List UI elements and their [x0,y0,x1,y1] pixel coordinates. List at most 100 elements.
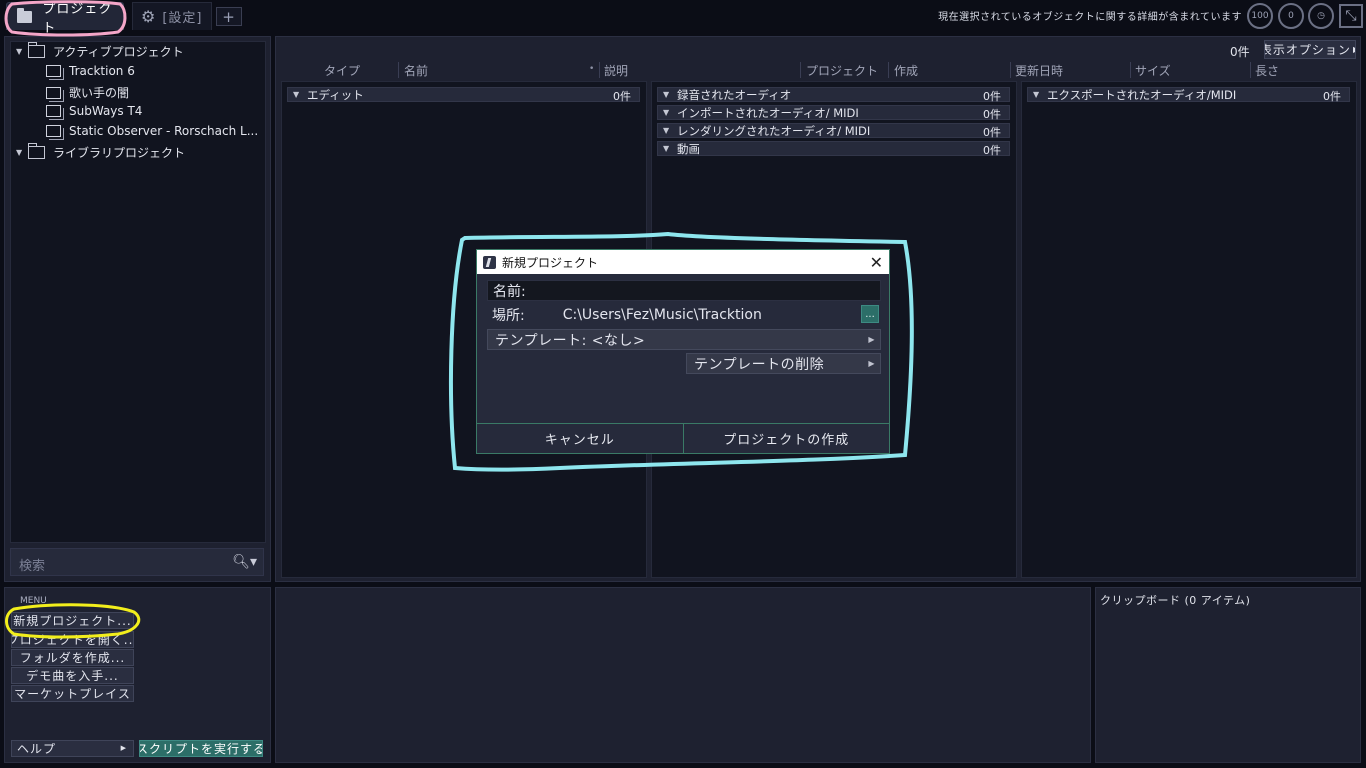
column-header-project[interactable]: プロジェクト [806,62,878,79]
tree-library-projects[interactable]: ▼ ライブラリプロジェクト [16,143,186,161]
tab-projects-label: プロジェクト [42,1,113,36]
group-rendered-audio[interactable]: ▼ レンダリングされたオーディオ/ MIDI 0件 [657,123,1010,139]
disk-meter-value: 0 [1288,11,1294,21]
view-options-label: 表示オプション [1264,43,1351,57]
column-header-description[interactable]: 説明 [604,62,628,79]
tree-item-label: SubWays T4 [69,104,143,118]
gear-icon: ⚙ [141,7,157,26]
expand-arrow-icon: ▼ [663,90,670,99]
folder-icon [28,42,45,58]
tab-settings[interactable]: ⚙ [設定] [132,2,212,30]
sort-icon: • [589,64,595,74]
tab-settings-label: [設定] [162,11,203,26]
open-project-button[interactable]: プロジェクトを開く... [11,631,134,648]
tree-item[interactable]: Tracktion 6 [46,64,135,78]
cancel-button[interactable]: キャンセル [477,424,684,453]
group-count: 0件 [983,144,1001,157]
item-count: 0件 [1230,45,1250,59]
template-dropdown[interactable]: テンプレート: <なし> ▶ [487,329,881,350]
column-divider[interactable] [1130,62,1131,78]
tree-item[interactable]: SubWays T4 [46,104,142,118]
expand-arrow-icon: ▼ [16,47,23,56]
browse-button[interactable]: ... [861,305,879,323]
search-input[interactable]: 検索 🔍︎▾ [10,548,264,576]
column-header-created[interactable]: 作成 [894,62,918,79]
group-video[interactable]: ▼ 動画 0件 [657,141,1010,157]
create-project-button[interactable]: プロジェクトの作成 [684,424,890,453]
tree-item[interactable]: Static Observer - Rorschach L... [46,124,258,138]
tree-library-projects-label: ライブラリプロジェクト [53,146,186,160]
column-divider[interactable] [398,62,399,78]
column-header-length[interactable]: 長さ [1255,62,1279,79]
column-divider[interactable] [599,62,600,78]
group-recorded-audio[interactable]: ▼ 録音されたオーディオ 0件 [657,87,1010,103]
column-header-size[interactable]: サイズ [1135,62,1171,79]
marketplace-button[interactable]: マーケットプレイス [11,685,134,702]
group-exported-audio[interactable]: ▼ エクスポートされたオーディオ/MIDI 0件 [1027,87,1350,103]
name-label: 名前: [493,283,526,300]
search-placeholder: 検索 [19,559,46,574]
help-label: ヘルプ [17,742,57,756]
expand-arrow-icon: ▼ [1033,90,1040,99]
run-script-button[interactable]: スクリプトを実行する [139,740,263,757]
tab-projects[interactable]: プロジェクト [6,2,124,36]
location-label: 場所: [492,307,525,324]
dialog-title: 新規プロジェクト [502,255,599,270]
clipboard-title: クリップボード (0 アイテム) [1100,594,1251,607]
view-options-button[interactable]: 表示オプション▶ [1264,40,1356,59]
column-header-type[interactable]: タイプ [324,62,360,79]
search-icon[interactable]: 🔍︎▾ [232,554,257,570]
tree-active-projects[interactable]: ▼ アクティブプロジェクト [16,42,184,60]
tree-active-projects-label: アクティブプロジェクト [53,45,184,59]
expand-arrow-icon: ▼ [293,90,300,99]
add-tab-button[interactable]: + [216,7,242,26]
delete-template-button[interactable]: テンプレートの削除 ▶ [686,353,881,374]
tree-item[interactable]: 歌い手の闇 [46,84,129,101]
menu-title: MENU [20,596,47,606]
group-count: 0件 [1323,90,1341,103]
help-dropdown[interactable]: ヘルプ ▶ [11,740,134,757]
close-icon[interactable]: ✕ [870,253,883,272]
group-label: レンダリングされたオーディオ/ MIDI [677,123,871,138]
group-label: エディット [307,87,364,102]
cpu-meter-value: 100 [1251,11,1269,21]
clock-icon[interactable]: ◷ [1308,3,1334,29]
resize-icon[interactable]: ⤡ [1339,4,1363,28]
delete-template-label: テンプレートの削除 [694,356,825,373]
create-folder-button[interactable]: フォルダを作成... [11,649,134,666]
column-divider[interactable] [800,62,801,78]
location-value[interactable]: C:\Users\Fez\Music\Tracktion [563,307,762,323]
tree-item-label: Static Observer - Rorschach L... [69,124,259,138]
expand-arrow-icon: ▼ [663,126,670,135]
project-icon [46,105,61,117]
expand-arrow-icon: ▼ [16,148,23,157]
chevron-right-icon: ▶ [868,335,875,344]
top-bar: プロジェクト ⚙ [設定] + 現在選択されているオブジェクトに関する詳細が含ま… [0,0,1366,36]
group-label: 録音されたオーディオ [677,87,792,102]
template-label: テンプレート: <なし> [495,332,646,349]
folder-icon [17,7,33,23]
group-count: 0件 [983,90,1001,103]
get-demo-button[interactable]: デモ曲を入手... [11,667,134,684]
expand-arrow-icon: ▼ [663,108,670,117]
group-count: 0件 [983,108,1001,121]
group-edits[interactable]: ▼ エディット 0件 [287,87,640,103]
group-imported-audio[interactable]: ▼ インポートされたオーディオ/ MIDI 0件 [657,105,1010,121]
project-name-field[interactable]: 名前: [487,280,881,301]
group-label: インポートされたオーディオ/ MIDI [677,105,859,120]
app-icon [483,255,496,269]
column-header-name[interactable]: 名前 [404,62,428,79]
new-project-button[interactable]: 新規プロジェクト... [11,612,134,629]
column-header-modified[interactable]: 更新日時 [1015,62,1063,79]
column-divider[interactable] [1010,62,1011,78]
location-field: 場所: C:\Users\Fez\Music\Tracktion ... [487,304,881,325]
dialog-footer: キャンセル プロジェクトの作成 [477,423,889,453]
group-label: 動画 [677,141,700,156]
tree-item-label: 歌い手の闇 [69,86,130,100]
column-divider[interactable] [1250,62,1251,78]
group-count: 0件 [983,126,1001,139]
dialog-title-bar: 新規プロジェクト ✕ [477,250,889,274]
column-divider[interactable] [888,62,889,78]
cpu-meter: 100 [1247,3,1273,29]
project-icon [46,65,61,77]
